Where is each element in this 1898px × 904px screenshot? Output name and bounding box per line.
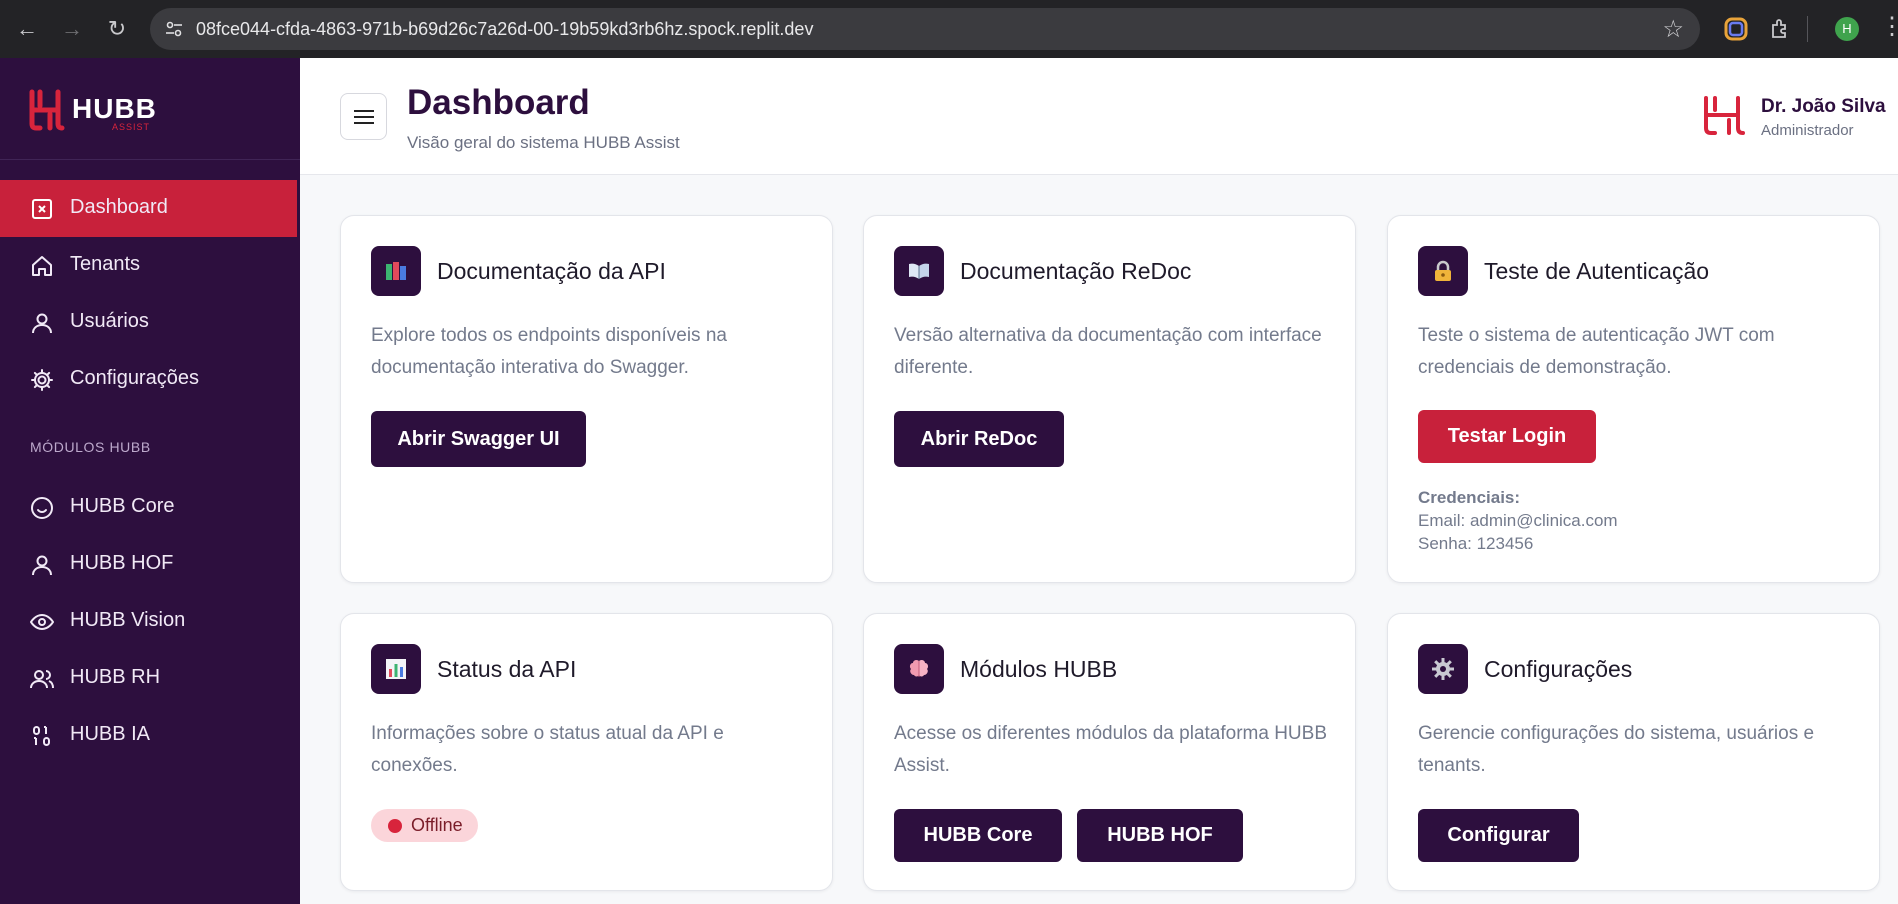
open-redoc-button[interactable]: Abrir ReDoc	[894, 411, 1064, 467]
sidebar-item-configuracoes[interactable]: Configurações	[0, 351, 297, 408]
card-title: Configurações	[1484, 656, 1633, 682]
sidebar-item-label: HUBB IA	[70, 723, 151, 745]
open-swagger-button[interactable]: Abrir Swagger UI	[371, 411, 586, 467]
card-api-status: Status da API Informações sobre o status…	[340, 613, 833, 891]
brand-logo[interactable]: HUBB ASSIST	[0, 58, 300, 160]
user-role: Administrador	[1761, 122, 1854, 139]
sidebar-item-hubb-vision[interactable]: HUBB Vision	[0, 593, 297, 650]
gear-icon	[31, 369, 53, 391]
browser-menu-icon[interactable]: ⋮	[1880, 12, 1898, 41]
url-text[interactable]: 08fce044-cfda-4863-971b-b69d26c7a26d-00-…	[196, 19, 813, 40]
page-header: Dashboard Visão geral do sistema HUBB As…	[300, 58, 1898, 175]
card-description: Teste o sistema de autenticação JWT com …	[1418, 325, 1775, 378]
profile-avatar[interactable]: H	[1835, 17, 1859, 41]
page-title: Dashboard	[407, 83, 590, 122]
sidebar-item-label: Usuários	[70, 310, 149, 332]
credentials-email: Email: admin@clinica.com	[1418, 511, 1618, 530]
status-badge-label: Offline	[411, 815, 463, 835]
sidebar-item-label: HUBB Vision	[70, 609, 186, 631]
hubb-hof-button[interactable]: HUBB HOF	[1077, 809, 1243, 862]
binary-icon	[33, 726, 50, 746]
browser-toolbar: ← → ↻ 08fce044-cfda-4863-971b-b69d26c7a2…	[0, 0, 1898, 58]
forward-arrow-icon[interactable]: →	[56, 13, 88, 45]
card-title: Documentação ReDoc	[960, 258, 1192, 284]
sidebar-item-label: Configurações	[70, 367, 199, 389]
gear-icon	[1418, 644, 1468, 694]
bar-chart-icon	[371, 644, 421, 694]
card-description: Acesse os diferentes módulos da platafor…	[894, 723, 1327, 776]
configure-button[interactable]: Configurar	[1418, 809, 1579, 862]
users-icon	[30, 670, 54, 689]
user-icon	[32, 313, 52, 334]
color-extension-icon[interactable]	[1724, 17, 1748, 41]
home-icon	[32, 256, 52, 276]
sidebar-item-hubb-ia[interactable]: HUBB IA	[0, 707, 297, 764]
brain-icon	[894, 644, 944, 694]
sidebar-item-label: Dashboard	[70, 196, 168, 218]
status-badge: Offline	[371, 809, 478, 842]
card-title: Teste de Autenticação	[1484, 258, 1710, 284]
credentials-label: Credenciais:	[1418, 488, 1521, 507]
dashboard-icon	[32, 199, 52, 219]
test-login-button[interactable]: Testar Login	[1418, 410, 1596, 463]
sidebar-section-label: MÓDULOS HUBB	[30, 439, 151, 455]
user-avatar[interactable]	[1700, 92, 1746, 138]
open-book-icon	[894, 246, 944, 296]
lock-icon	[1418, 246, 1468, 296]
sidebar-item-hubb-rh[interactable]: HUBB RH	[0, 650, 297, 707]
svg-text:HUBB: HUBB	[72, 93, 157, 124]
credentials-password: Senha: 123456	[1418, 534, 1534, 553]
eye-icon	[30, 613, 54, 631]
hubb-logo-icon: HUBB ASSIST	[29, 89, 157, 132]
reload-icon[interactable]: ↻	[101, 13, 133, 45]
card-hubb-modules: Módulos HUBB Acesse os diferentes módulo…	[863, 613, 1356, 891]
books-icon	[371, 246, 421, 296]
site-settings-icon[interactable]	[164, 19, 184, 39]
sidebar-item-usuarios[interactable]: Usuários	[0, 294, 297, 351]
sidebar-item-tenants[interactable]: Tenants	[0, 237, 297, 294]
sidebar-item-hubb-core[interactable]: HUBB Core	[0, 479, 297, 536]
sidebar-item-label: HUBB RH	[70, 666, 161, 688]
page-subtitle: Visão geral do sistema HUBB Assist	[407, 133, 680, 152]
sidebar-item-label: HUBB HOF	[70, 552, 174, 574]
sidebar: HUBB ASSIST Dashboard Tenants Usuários C…	[0, 58, 300, 904]
card-description: Informações sobre o status atual da API …	[371, 723, 724, 776]
sidebar-item-label: HUBB Core	[70, 495, 175, 517]
toolbar-divider	[1807, 16, 1808, 42]
address-bar[interactable]: 08fce044-cfda-4863-971b-b69d26c7a26d-00-…	[150, 8, 1700, 50]
card-description: Gerencie configurações do sistema, usuár…	[1418, 723, 1815, 776]
status-dot-icon	[388, 819, 402, 833]
bookmark-star-icon[interactable]: ☆	[1662, 15, 1684, 44]
hubb-core-button[interactable]: HUBB Core	[894, 809, 1062, 862]
sidebar-item-hubb-hof[interactable]: HUBB HOF	[0, 536, 297, 593]
svg-text:ASSIST: ASSIST	[112, 122, 150, 132]
card-description: Explore todos os endpoints disponíveis n…	[371, 325, 727, 378]
back-arrow-icon[interactable]: ←	[11, 13, 43, 45]
card-auth-test: Teste de Autenticação Teste o sistema de…	[1387, 215, 1880, 583]
card-api-docs: Documentação da API Explore todos os end…	[340, 215, 833, 583]
card-description: Versão alternativa da documentação com i…	[894, 325, 1322, 378]
card-title: Status da API	[437, 656, 577, 682]
sidebar-item-dashboard[interactable]: Dashboard	[0, 180, 297, 237]
card-redoc: Documentação ReDoc Versão alternativa da…	[863, 215, 1356, 583]
extensions-puzzle-icon[interactable]	[1768, 17, 1792, 41]
smile-icon	[31, 497, 53, 519]
sidebar-item-label: Tenants	[70, 253, 141, 275]
menu-toggle-button[interactable]	[340, 93, 387, 140]
card-title: Módulos HUBB	[960, 656, 1118, 682]
user-icon	[32, 555, 52, 576]
user-name[interactable]: Dr. João Silva	[1761, 96, 1886, 118]
hamburger-icon	[354, 110, 374, 112]
credentials-block: Credenciais: Email: admin@clinica.com Se…	[1418, 486, 1618, 555]
card-settings: Configurações Gerencie configurações do …	[1387, 613, 1880, 891]
card-title: Documentação da API	[437, 258, 666, 284]
